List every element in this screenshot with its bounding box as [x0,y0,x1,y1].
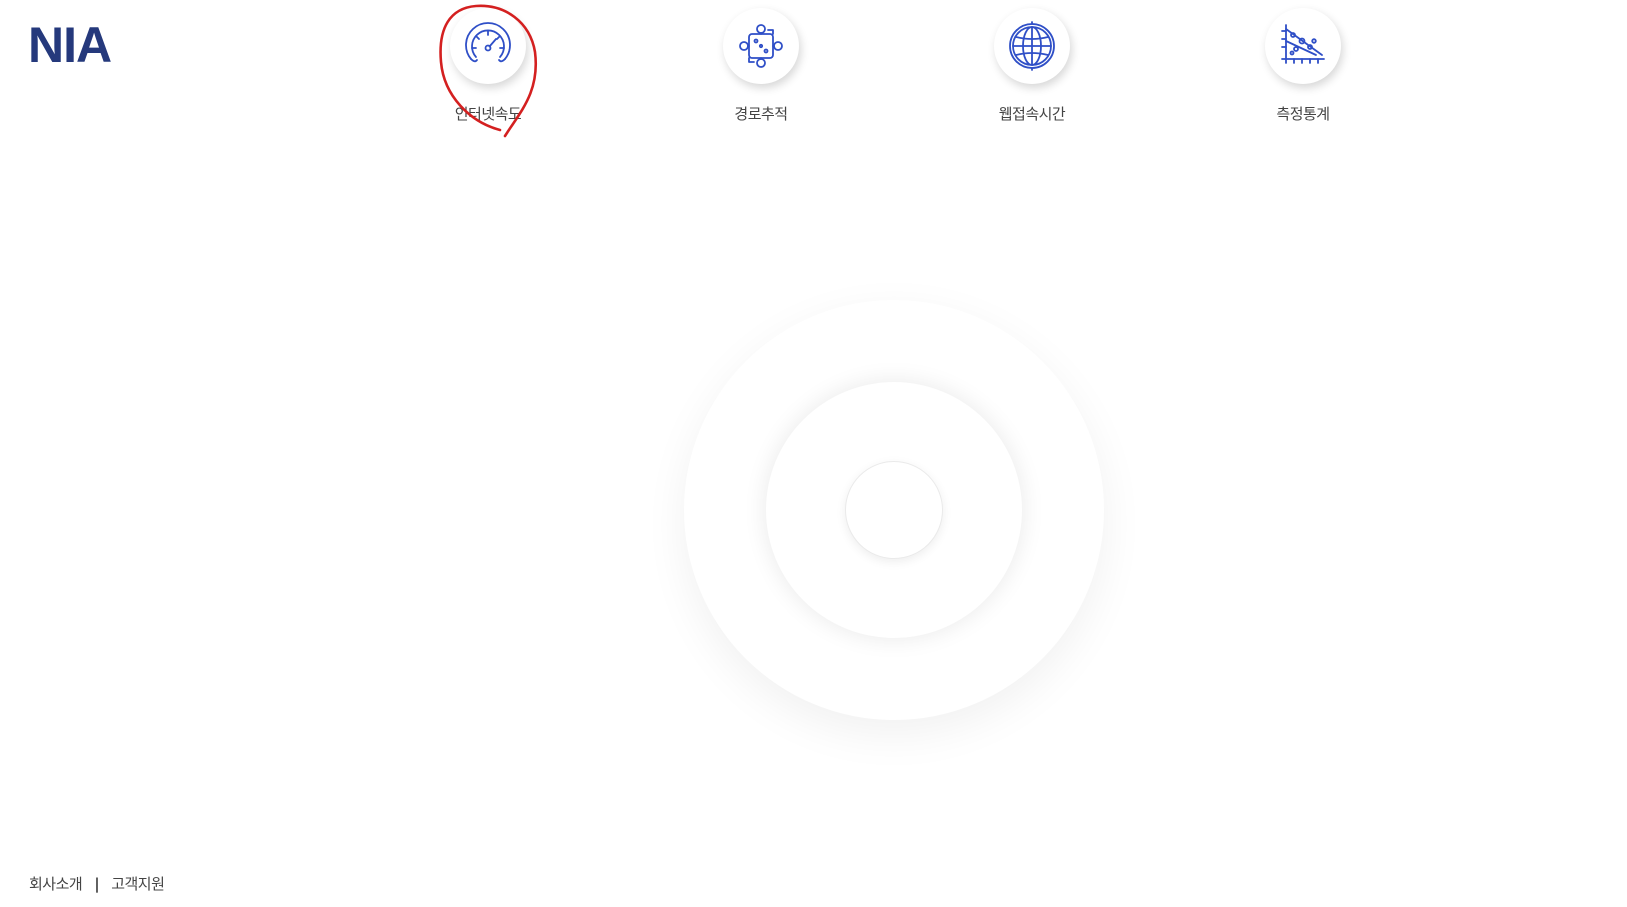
nav-item-measurement-stats[interactable]: 측정통계 [1243,8,1363,124]
nav-label-measurement-stats: 측정통계 [1276,105,1330,123]
route-trace-icon [739,24,783,68]
nav-icon-circle[interactable] [450,8,526,84]
nav-item-internet-speed[interactable]: 인터넷속도 [428,8,548,124]
footer-link-customer-support[interactable]: 고객지원 [111,873,165,894]
nav-item-route-trace[interactable]: 경로추적 [701,8,821,124]
nav-item-web-access-time[interactable]: 웹접속시간 [972,8,1092,124]
nav-label-internet-speed: 인터넷속도 [454,105,522,123]
speedometer-icon [465,22,511,63]
statistics-chart-icon [1281,24,1325,64]
page: NIA 인터넷속도 경로추적 웹접속시간 측정통계 회사소개 | 고객지원 [0,0,1627,907]
nav-label-web-access-time: 웹접속시간 [998,105,1066,123]
nia-logo[interactable]: NIA [28,20,112,70]
nav-icon-circle[interactable] [723,8,799,84]
footer-link-company-intro[interactable]: 회사소개 [29,873,83,894]
nav-icon-circle[interactable] [1265,8,1341,84]
speed-test-start-button[interactable] [845,461,943,559]
footer: 회사소개 | 고객지원 [29,873,165,894]
footer-separator: | [94,874,100,893]
nav-label-route-trace: 경로추적 [734,105,788,123]
globe-icon [1009,21,1055,71]
nav-icon-circle[interactable] [994,8,1070,84]
